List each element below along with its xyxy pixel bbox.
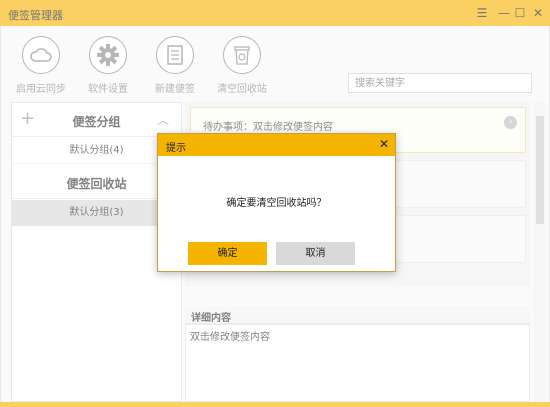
close-icon[interactable]: ✕ xyxy=(379,137,389,151)
dialog-title: 提示 xyxy=(166,143,186,154)
dialog-message: 确定要清空回收站吗？ xyxy=(226,198,327,209)
confirm-button[interactable]: 确定 xyxy=(188,242,267,265)
cancel-button[interactable]: 取消 xyxy=(276,242,355,265)
confirm-dialog: 提示 ✕ 确定要清空回收站吗？ 确定 取消 xyxy=(157,133,396,272)
dialog-header: 提示 ✕ xyxy=(158,134,395,156)
